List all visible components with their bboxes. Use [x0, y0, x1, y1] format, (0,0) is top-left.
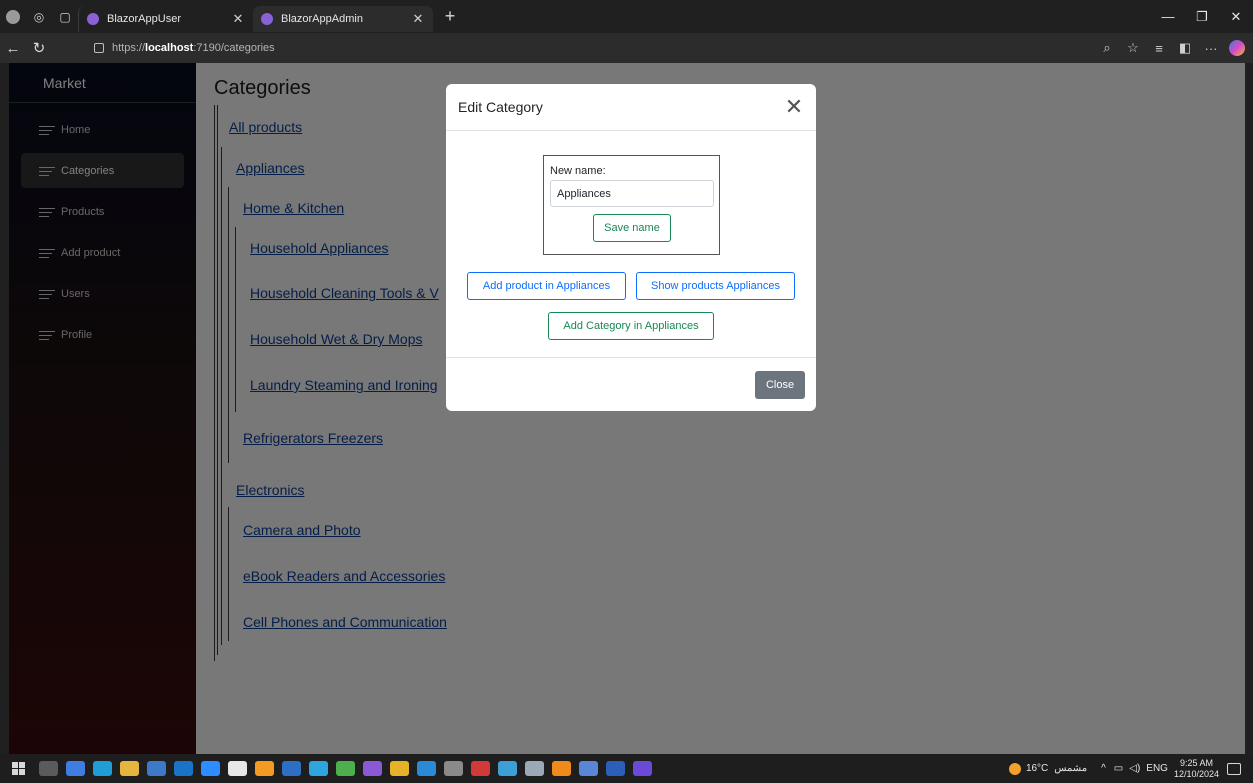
- notification-icon[interactable]: [1227, 762, 1241, 775]
- rename-form: New name: Save name: [543, 155, 720, 255]
- read-aloud-icon[interactable]: ⌕: [1094, 40, 1120, 56]
- os-taskbar: 16°C مشمس ^ ▭ ◁) ENG 9:25 AM 12/10/2024: [0, 754, 1253, 783]
- edit-category-modal: Edit Category ✕ New name: Save name Add …: [446, 84, 816, 411]
- zoom-app-icon[interactable]: [201, 761, 220, 776]
- clock[interactable]: 9:25 AM 12/10/2024: [1174, 758, 1219, 780]
- photoshop-app-icon[interactable]: [282, 761, 301, 776]
- purple-app-icon[interactable]: [633, 761, 652, 776]
- tab-blazorappuser[interactable]: BlazorAppUser ✕: [78, 6, 253, 32]
- back-icon[interactable]: ←: [0, 40, 26, 57]
- modal-title: Edit Category: [458, 99, 543, 115]
- outlook-app-icon[interactable]: [174, 761, 193, 776]
- lock-icon: [94, 43, 104, 53]
- phone-app-icon[interactable]: [444, 761, 463, 776]
- edge-sidebar-icon[interactable]: ◧: [1172, 40, 1198, 56]
- windows-start-icon[interactable]: [12, 762, 25, 775]
- word-app-icon[interactable]: [606, 761, 625, 776]
- weather-text: مشمس: [1054, 763, 1088, 774]
- paint-app-icon[interactable]: [498, 761, 517, 776]
- page-viewport: Market Home Categories Products Add prod…: [9, 63, 1245, 754]
- workspaces-icon[interactable]: ◎: [26, 0, 52, 33]
- modal-body: New name: Save name Add product in Appli…: [446, 131, 816, 358]
- clock-date: 12/10/2024: [1173, 768, 1219, 779]
- save-name-button[interactable]: Save name: [593, 214, 671, 242]
- close-button[interactable]: Close: [755, 371, 805, 399]
- tab-close-icon[interactable]: ✕: [231, 11, 245, 27]
- add-product-button[interactable]: Add product in Appliances: [467, 272, 626, 300]
- add-category-button[interactable]: Add Category in Appliances: [548, 312, 714, 340]
- tab-label: BlazorAppAdmin: [281, 13, 363, 25]
- new-name-input[interactable]: [550, 180, 714, 207]
- language-indicator[interactable]: ENG: [1146, 763, 1168, 774]
- telegram-app-icon[interactable]: [309, 761, 328, 776]
- notepad-app-icon[interactable]: [228, 761, 247, 776]
- shield-app-icon[interactable]: [525, 761, 544, 776]
- modal-footer: Close: [446, 358, 816, 411]
- chrome-app-icon[interactable]: [390, 761, 409, 776]
- vscode-app-icon[interactable]: [417, 761, 436, 776]
- close-icon[interactable]: ✕: [784, 94, 804, 120]
- window-close-icon[interactable]: ✕: [1219, 0, 1253, 33]
- restore-icon[interactable]: ❐: [1185, 0, 1219, 33]
- profile-icon[interactable]: [0, 0, 26, 33]
- address-bar: ← ↻ https://localhost:7190/categories ⌕ …: [0, 33, 1253, 63]
- file-explorer-icon[interactable]: [120, 761, 139, 776]
- new-name-label: New name:: [550, 165, 606, 177]
- url-scheme: https://: [112, 42, 146, 54]
- screen: ◎ ▢ BlazorAppUser ✕ BlazorAppAdmin ✕ + —…: [0, 0, 1253, 783]
- illustrator-app-icon[interactable]: [255, 761, 274, 776]
- copilot-icon[interactable]: [1229, 40, 1245, 56]
- tab-actions-icon[interactable]: ▢: [52, 0, 78, 33]
- favorites-icon[interactable]: ≡: [1146, 41, 1172, 56]
- url-host: localhost: [145, 42, 194, 54]
- blazor-favicon-icon: [261, 13, 273, 25]
- snipping-app-icon[interactable]: [579, 761, 598, 776]
- task-view-icon[interactable]: [39, 761, 58, 776]
- refresh-icon[interactable]: ↻: [26, 39, 52, 57]
- copilot-app-icon[interactable]: [66, 761, 85, 776]
- show-products-button[interactable]: Show products Appliances: [636, 272, 795, 300]
- modal-header: Edit Category ✕: [446, 84, 816, 131]
- system-tray: 16°C مشمس ^ ▭ ◁) ENG 9:25 AM 12/10/2024: [1008, 754, 1253, 783]
- tab-label: BlazorAppUser: [107, 13, 181, 25]
- minimize-icon[interactable]: —: [1151, 0, 1185, 33]
- window-controls: — ❐ ✕: [1151, 0, 1253, 33]
- pdf-app-icon[interactable]: [471, 761, 490, 776]
- tab-blazorappadmin[interactable]: BlazorAppAdmin ✕: [253, 6, 433, 32]
- tab-close-icon[interactable]: ✕: [411, 11, 425, 27]
- browser-tab-strip: ◎ ▢ BlazorAppUser ✕ BlazorAppAdmin ✕ + —…: [0, 0, 1253, 33]
- more-icon[interactable]: ···: [1198, 41, 1224, 56]
- edge-app-icon[interactable]: [93, 761, 112, 776]
- weather-icon[interactable]: [1008, 762, 1021, 775]
- store-app-icon[interactable]: [147, 761, 166, 776]
- visual-studio-app-icon[interactable]: [363, 761, 382, 776]
- new-tab-icon[interactable]: +: [437, 6, 463, 27]
- blazor-favicon-icon: [87, 13, 99, 25]
- url-path: :7190/categories: [193, 42, 275, 54]
- weather-temp[interactable]: 16°C: [1026, 763, 1048, 774]
- favorite-star-icon[interactable]: ☆: [1120, 40, 1146, 56]
- url-field[interactable]: https://localhost:7190/categories: [80, 37, 1110, 59]
- network-icon[interactable]: ▭: [1114, 763, 1123, 774]
- volume-icon[interactable]: ◁): [1129, 763, 1140, 774]
- clock-time: 9:25 AM: [1179, 757, 1213, 768]
- folder-app-icon[interactable]: [336, 761, 355, 776]
- vlc-app-icon[interactable]: [552, 761, 571, 776]
- address-bar-actions: ⌕ ☆ ≡ ◧ ···: [1094, 33, 1245, 63]
- chevron-up-icon[interactable]: ^: [1101, 763, 1106, 774]
